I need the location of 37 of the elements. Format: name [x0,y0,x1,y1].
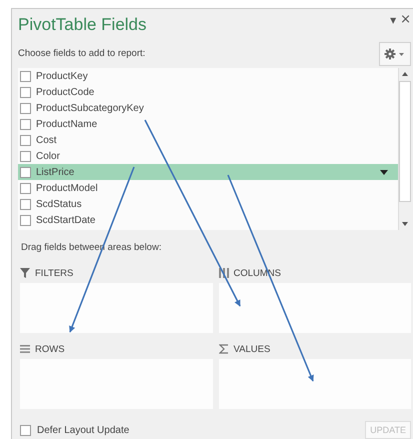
checkbox[interactable] [20,182,31,194]
area-label: FILTERS [35,268,74,278]
field-item[interactable]: ProductName [18,116,398,132]
checkbox[interactable] [20,214,31,226]
close-button[interactable]: × [400,13,411,26]
field-item[interactable]: ProductSubcategoryKey [18,100,398,116]
checkbox[interactable] [20,102,31,114]
field-item[interactable]: ProductKey [18,68,398,84]
field-item[interactable]: Color [18,148,398,164]
settings-icon [384,48,406,60]
columns-icon [218,268,228,278]
pane-title: PivotTable Fields [18,14,147,34]
field-item[interactable]: ProductModel [18,180,398,196]
checkbox[interactable] [20,134,31,146]
field-item[interactable]: ProductCode [18,84,398,100]
area-label: VALUES [234,344,270,354]
scrollbar[interactable] [398,68,411,230]
dropdown-icon[interactable] [380,170,388,174]
field-item[interactable]: ListPrice [18,164,398,180]
pane-menu-button[interactable]: ▾ [390,13,396,26]
checkbox[interactable] [20,70,31,82]
field-item[interactable]: ScdStatus [18,196,398,212]
sigma-icon [218,344,228,354]
checkbox[interactable] [20,166,31,178]
checkbox[interactable] [20,150,31,162]
filter-icon [20,268,30,278]
field-item[interactable]: ScdStartDate [18,212,398,228]
checkbox[interactable] [20,86,31,98]
scroll-thumb[interactable] [399,81,411,202]
field-item[interactable]: Cost [18,132,398,148]
area-label: ROWS [35,344,65,354]
settings-button[interactable] [379,42,411,66]
rows-icon [20,344,30,354]
checkbox[interactable] [20,198,31,210]
instruction-text: Choose fields to add to report: [18,48,146,59]
defer-checkbox[interactable]: Defer Layout Update [20,424,130,436]
checkbox[interactable] [20,118,31,130]
